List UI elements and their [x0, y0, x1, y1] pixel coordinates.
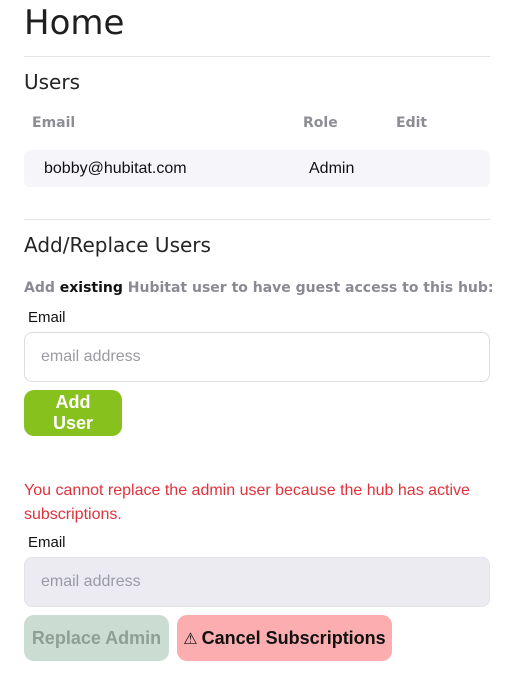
add-email-label: Email [28, 309, 66, 326]
replace-actions: Replace Admin ⚠ Cancel Subscriptions [24, 615, 490, 661]
replace-email-label: Email [28, 534, 66, 551]
replace-admin-button: Replace Admin [24, 615, 169, 661]
add-replace-section-title: Add/Replace Users [24, 233, 211, 257]
add-email-input[interactable] [24, 332, 490, 382]
page-title: Home [24, 3, 125, 43]
replace-email-input [24, 557, 490, 607]
help-prefix: Add [24, 280, 60, 296]
user-role-cell: Admin [309, 159, 355, 177]
table-row: bobby@hubitat.com Admin [24, 150, 490, 187]
divider [24, 56, 490, 57]
users-table-header: Email Role Edit [24, 115, 490, 133]
add-user-help-text: Add existing Hubitat user to have guest … [24, 278, 494, 298]
column-header-email: Email [32, 115, 76, 131]
help-strong: existing [59, 280, 123, 296]
divider [24, 219, 490, 220]
warning-icon: ⚠ [183, 628, 198, 648]
cancel-subscriptions-label: Cancel Subscriptions [201, 627, 386, 648]
help-suffix: Hubitat user to have guest access to thi… [122, 280, 494, 296]
column-header-edit: Edit [396, 115, 428, 131]
user-email-cell: bobby@hubitat.com [44, 159, 187, 177]
page: Home Users Email Role Edit bobby@hubitat… [0, 0, 511, 700]
users-section-title: Users [24, 70, 81, 94]
cancel-subscriptions-button[interactable]: ⚠ Cancel Subscriptions [177, 615, 392, 661]
add-user-button[interactable]: Add User [24, 390, 122, 436]
replace-admin-warning: You cannot replace the admin user becaus… [24, 482, 470, 523]
column-header-role: Role [303, 115, 338, 131]
